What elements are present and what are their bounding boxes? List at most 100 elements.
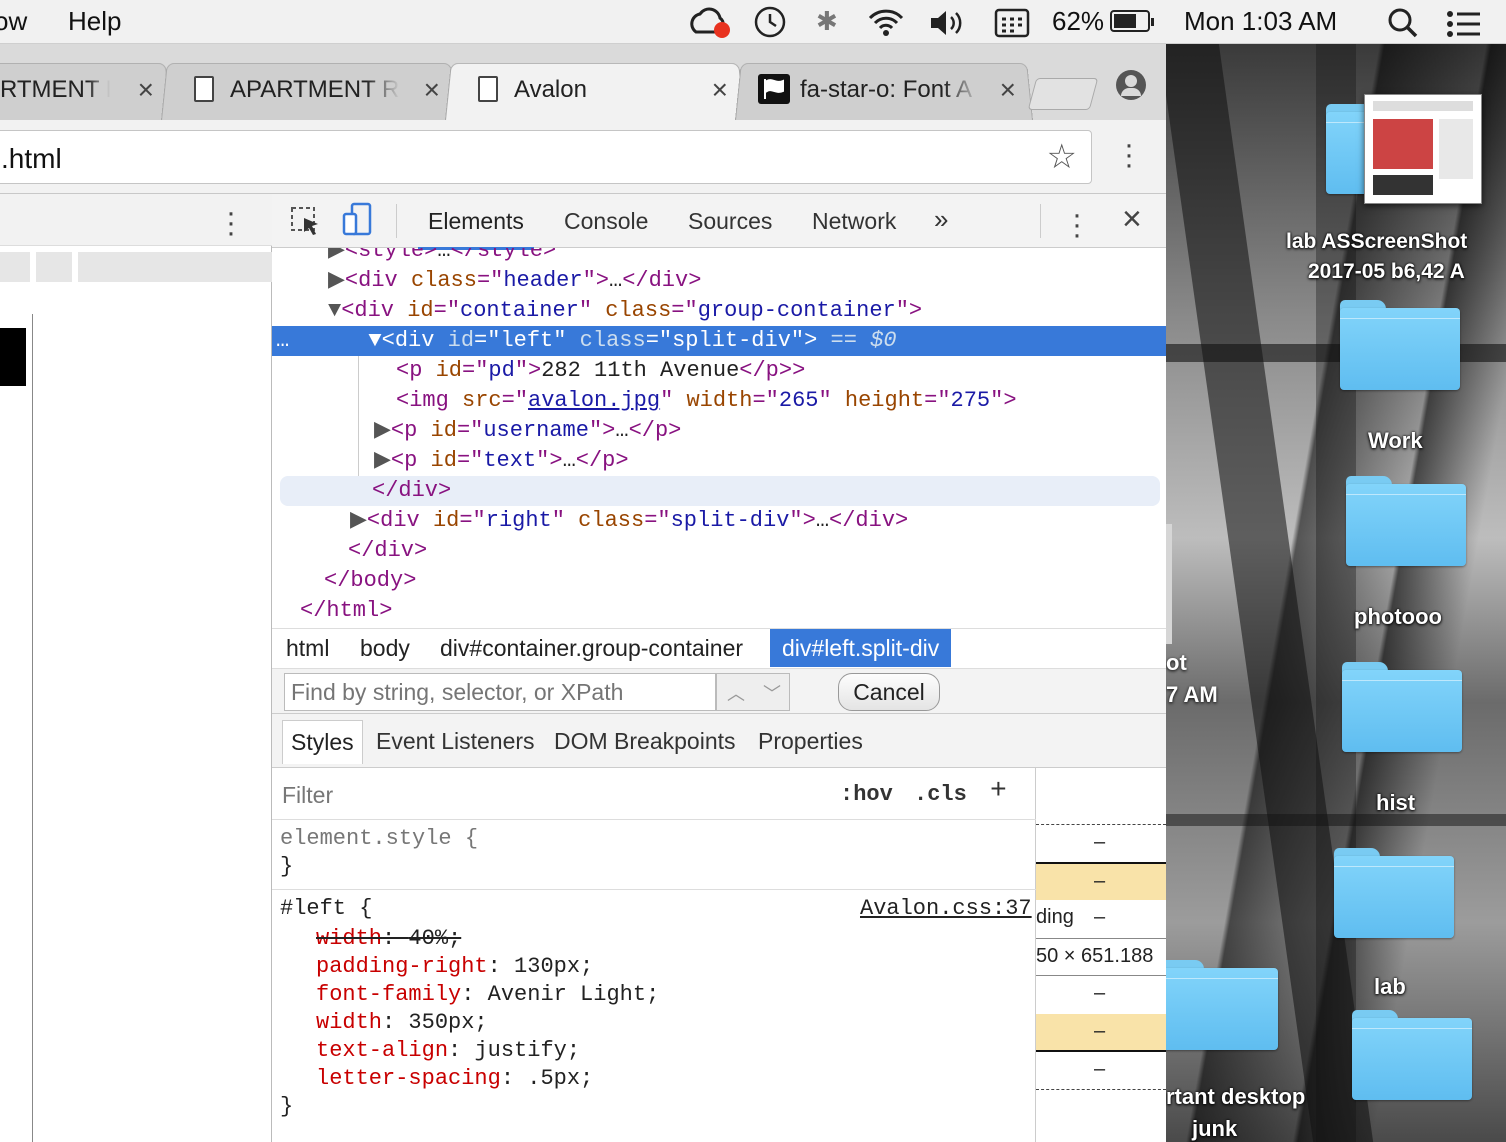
dom-node-body-close[interactable]: </body> [324, 566, 416, 596]
dom-node-style[interactable]: ▶<style>…</style> [328, 248, 556, 266]
folder-desktop-junk-icon[interactable] [1166, 960, 1278, 1050]
box-model-border[interactable]: – [1036, 862, 1166, 900]
cls-toggle[interactable]: .cls [914, 782, 967, 807]
img-src-link[interactable]: avalon.jpg [528, 388, 660, 413]
rule-source-link[interactable]: Avalon.css:37 [860, 896, 1032, 921]
tab-close-icon[interactable]: × [138, 74, 154, 106]
volume-icon[interactable] [928, 8, 968, 38]
box-model-padding-bottom[interactable]: – [1036, 976, 1166, 1014]
css-prop-padding-right[interactable]: padding-right: 130px; [316, 954, 593, 979]
tab-dom-breakpoints[interactable]: DOM Breakpoints [554, 728, 736, 755]
chevron-down-icon[interactable]: ﹀ [763, 680, 781, 706]
box-model-margin-top[interactable]: – [1036, 824, 1166, 862]
css-prop-letter-spacing[interactable]: letter-spacing: .5px; [316, 1066, 593, 1091]
bluetooth-icon[interactable]: ✱ [816, 6, 838, 37]
browser-tab-active[interactable]: Avalon × [444, 62, 746, 121]
cancel-button[interactable]: Cancel [838, 673, 940, 711]
device-mode-icon[interactable] [342, 202, 374, 238]
desktop-label-screenshot[interactable]: lab ASScreenShot [1286, 230, 1467, 254]
time-machine-icon[interactable] [752, 4, 788, 40]
dom-node-header[interactable]: ▶<div class="header">…</div> [328, 266, 701, 296]
dom-node-container-close[interactable]: </div> [348, 536, 427, 566]
chevron-up-icon[interactable]: ︿ [727, 680, 745, 706]
desktop-label-hist[interactable]: hist [1376, 790, 1415, 816]
menu-help[interactable]: Help [68, 6, 121, 37]
inspect-element-icon[interactable] [290, 206, 322, 238]
desktop-label-junk-2[interactable]: junk [1192, 1116, 1237, 1142]
tab-properties[interactable]: Properties [758, 728, 863, 755]
box-model-padding[interactable]: ding – [1036, 900, 1166, 938]
tab-elements[interactable]: Elements [418, 208, 534, 250]
battery-icon[interactable] [1110, 10, 1154, 32]
dom-node-left-selected[interactable]: … ▼<div id="left" class="split-div"> == … [272, 326, 1166, 356]
tab-sources[interactable]: Sources [688, 208, 772, 235]
browser-tab-1[interactable]: RTMENT RE × [0, 62, 171, 121]
element-style-selector[interactable]: element.style { [280, 826, 478, 851]
tab-close-icon[interactable]: × [712, 74, 728, 106]
dom-node-left-close[interactable]: </div> [280, 476, 1160, 506]
breadcrumb-container[interactable]: div#container.group-container [440, 635, 743, 662]
device-toolbar-menu-icon[interactable]: · · · [226, 198, 236, 248]
calendar-grid-icon[interactable] [994, 6, 1030, 38]
browser-tab-4[interactable]: fa-star-o: Font A × [734, 62, 1034, 121]
spotlight-search-icon[interactable] [1386, 6, 1420, 40]
box-model-content-size[interactable]: 50 × 651.188 [1036, 938, 1166, 976]
tab-close-icon[interactable]: × [424, 74, 440, 106]
wifi-icon[interactable] [866, 6, 906, 38]
tab-event-listeners[interactable]: Event Listeners [376, 728, 535, 755]
dom-node-img[interactable]: <img src="avalon.jpg" width="265" height… [396, 386, 1017, 416]
folder-work-icon[interactable] [1340, 300, 1460, 390]
find-input[interactable] [284, 673, 716, 711]
css-prop-width-overridden[interactable]: width: 40%; [316, 926, 461, 951]
folder-hist-icon[interactable] [1342, 662, 1462, 752]
devtools-menu-icon[interactable]: · · · [1072, 200, 1082, 250]
menu-clock[interactable]: Mon 1:03 AM [1184, 6, 1337, 37]
notification-center-icon[interactable] [1446, 10, 1482, 38]
desktop-label-lab[interactable]: lab [1374, 974, 1406, 1000]
desktop-label-junk-1[interactable]: rtant desktop [1166, 1084, 1305, 1110]
tab-styles[interactable]: Styles [282, 720, 363, 764]
desktop-label-screenshot-date[interactable]: 2017-05 b6,42 A [1308, 260, 1465, 284]
tab-close-icon[interactable]: × [1000, 74, 1016, 106]
rule-selector[interactable]: #left { [280, 896, 372, 921]
devtools-close-icon[interactable]: × [1122, 200, 1142, 239]
css-prop-width[interactable]: width: 350px; [316, 1010, 488, 1035]
dom-node-html-close[interactable]: </html> [300, 596, 392, 626]
breadcrumb-html[interactable]: html [286, 635, 329, 662]
folder-photooo-icon[interactable] [1346, 476, 1466, 566]
menu-window[interactable]: ow [0, 6, 27, 37]
new-rule-plus-icon[interactable]: + [990, 776, 1007, 807]
screenshot-thumbnail[interactable] [1364, 94, 1482, 204]
address-bar[interactable]: .html ☆ [0, 130, 1092, 184]
dom-node-username[interactable]: ▶<p id="username">…</p> [374, 416, 681, 446]
browser-tab-2[interactable]: APARTMENT RE × [161, 62, 457, 121]
more-tabs-button[interactable]: » [934, 204, 948, 235]
tab-network[interactable]: Network [812, 208, 896, 235]
profile-avatar-icon[interactable] [1116, 70, 1146, 100]
dom-node-container[interactable]: ▼<div id="container" class="group-contai… [328, 296, 922, 326]
desktop-label-photooo[interactable]: photooo [1354, 604, 1442, 630]
desktop-label-work[interactable]: Work [1368, 428, 1423, 454]
breadcrumb-left-active[interactable]: div#left.split-div [770, 629, 952, 667]
dom-node-right[interactable]: ▶<div id="right" class="split-div">…</di… [350, 506, 908, 536]
css-prop-font-family[interactable]: font-family: Avenir Light; [316, 982, 659, 1007]
folder-icon[interactable] [1352, 1010, 1472, 1100]
dom-node-pd[interactable]: <p id="pd">282 11th Avenue</p>> [396, 356, 805, 386]
folder-lab-icon-2[interactable] [1334, 848, 1454, 938]
tab-strip: RTMENT RE × APARTMENT RE × Avalon × fa-s… [0, 44, 1166, 121]
styles-filter-input[interactable]: Filter [282, 782, 333, 809]
find-nav-arrows[interactable]: ︿ ﹀ [716, 673, 790, 711]
find-bar: ︿ ﹀ Cancel [272, 668, 1166, 714]
bookmark-star-icon[interactable]: ☆ [1047, 137, 1077, 177]
dom-node-text[interactable]: ▶<p id="text">…</p> [374, 446, 629, 476]
css-prop-text-align[interactable]: text-align: justify; [316, 1038, 580, 1063]
battery-percent[interactable]: 62% [1052, 6, 1104, 37]
creative-cloud-icon[interactable] [688, 6, 732, 40]
tab-console[interactable]: Console [564, 208, 648, 235]
box-model-border-bottom[interactable]: – [1036, 1014, 1166, 1052]
breadcrumb-body[interactable]: body [360, 635, 410, 662]
new-tab-button[interactable] [1027, 78, 1099, 110]
hov-toggle[interactable]: :hov [840, 782, 893, 807]
box-model-margin-bottom[interactable]: – [1036, 1052, 1166, 1090]
chrome-menu-icon[interactable]: · · · [1124, 130, 1134, 180]
